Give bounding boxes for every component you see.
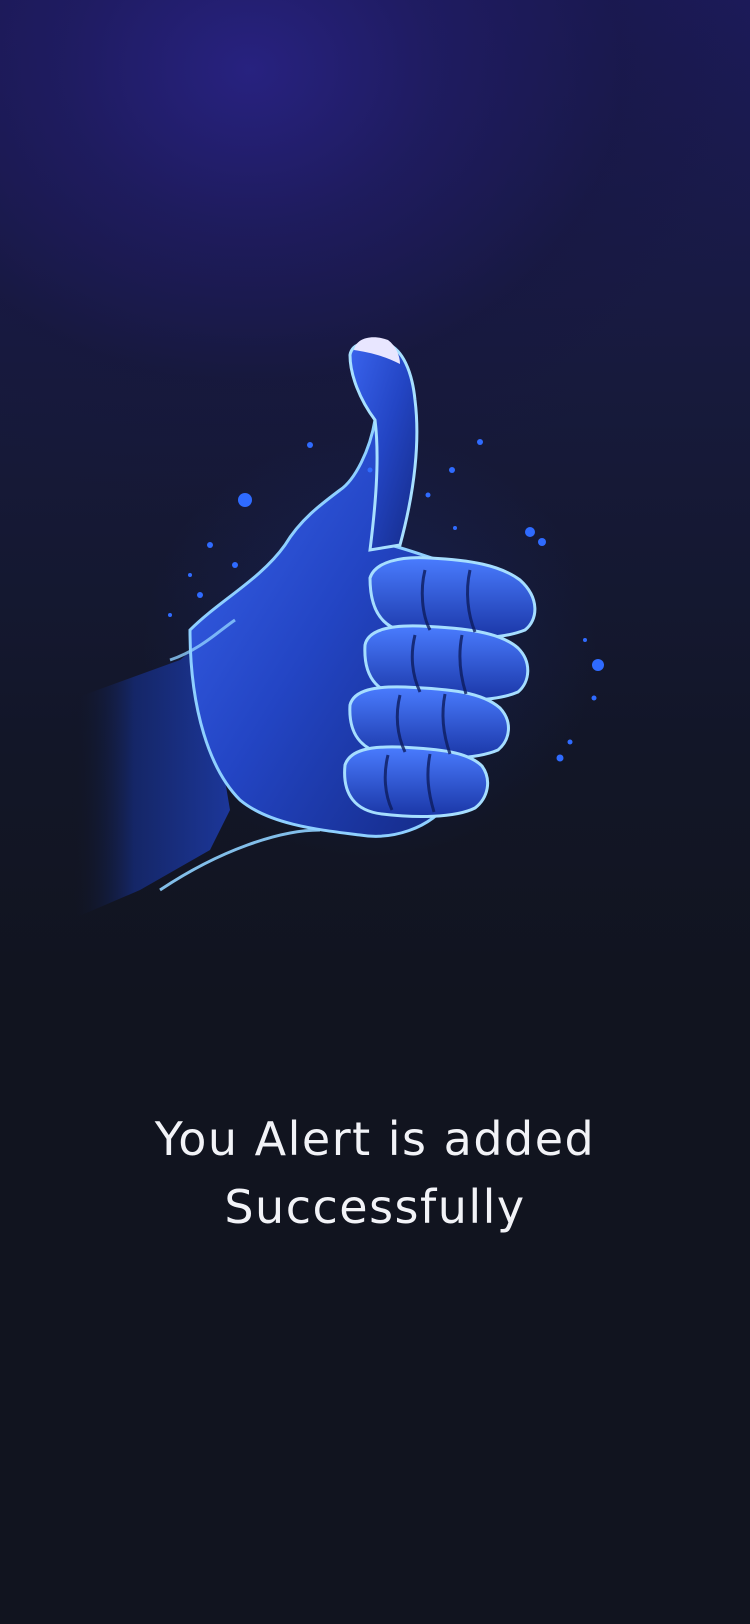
success-message-line-1: You Alert is added — [154, 1112, 596, 1166]
success-screen: You Alert is added Successfully — [0, 0, 750, 1624]
thumbs-up-icon — [70, 330, 610, 930]
success-message: You Alert is added Successfully — [0, 1105, 750, 1241]
success-message-line-2: Successfully — [224, 1180, 526, 1234]
